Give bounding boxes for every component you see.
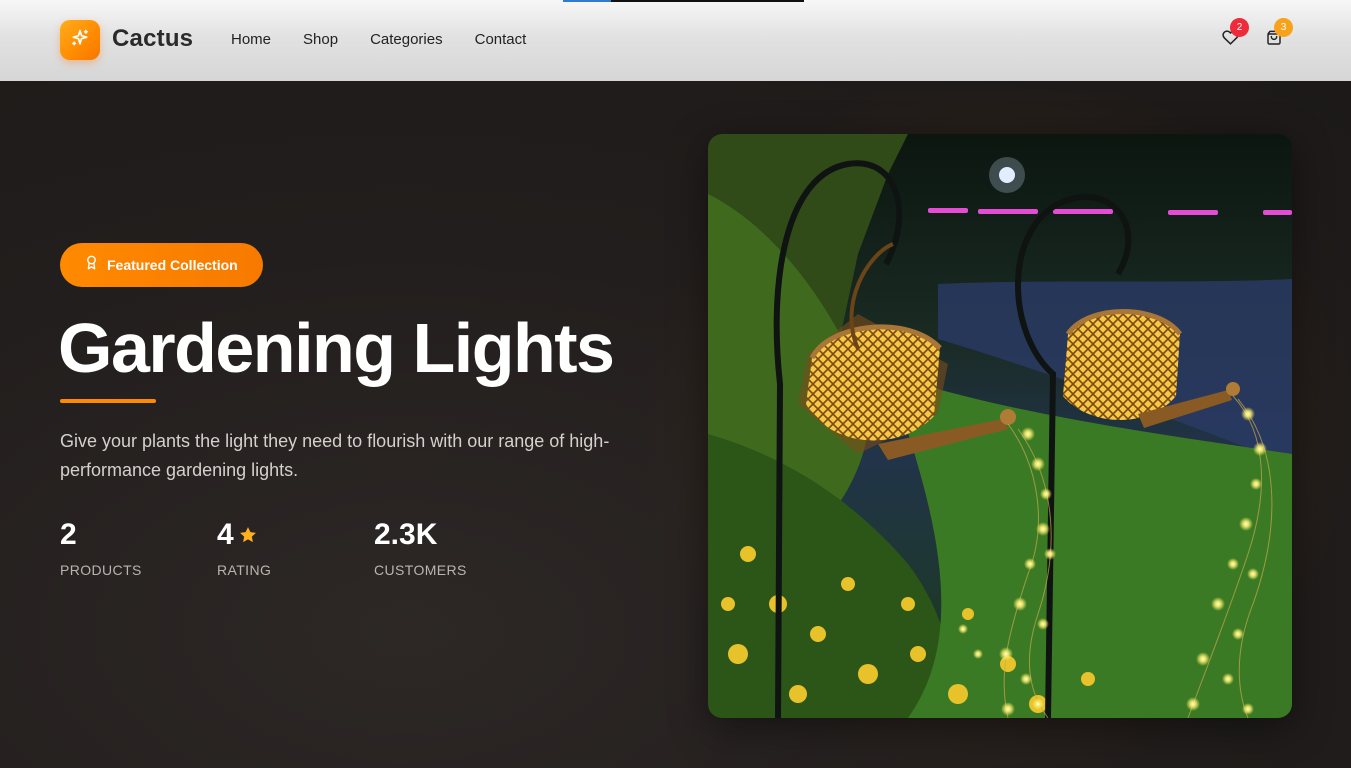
nav-categories[interactable]: Categories xyxy=(370,31,443,49)
award-icon xyxy=(84,255,99,275)
sparkle-icon xyxy=(70,28,90,53)
stat-customers: 2.3K CUSTOMERS xyxy=(374,518,467,578)
star-icon xyxy=(238,525,258,545)
site-header: Cactus Home Shop Categories Contact 2 3 xyxy=(0,0,1351,81)
stat-products-value: 2 xyxy=(60,518,77,551)
stat-rating-label: RATING xyxy=(217,562,272,578)
wishlist-count-badge: 2 xyxy=(1230,18,1249,37)
garden-lights-photo xyxy=(708,134,1292,718)
stat-customers-label: CUSTOMERS xyxy=(374,562,467,578)
nav-contact[interactable]: Contact xyxy=(475,31,527,49)
stat-rating-value: 4 xyxy=(217,518,234,551)
hero-image xyxy=(708,134,1292,718)
hero-description: Give your plants the light they need to … xyxy=(60,431,610,480)
cart-button[interactable]: 3 xyxy=(1263,18,1293,51)
main-nav: Home Shop Categories Contact xyxy=(231,31,558,49)
nav-home[interactable]: Home xyxy=(231,31,271,49)
stat-rating: 4 RATING xyxy=(217,518,271,578)
cart-count-badge: 3 xyxy=(1274,18,1293,37)
wishlist-button[interactable]: 2 xyxy=(1219,18,1249,51)
hero-section: Featured Collection Gardening Lights Giv… xyxy=(0,81,1351,768)
featured-collection-badge[interactable]: Featured Collection xyxy=(60,243,263,287)
hero-title: Gardening Lights xyxy=(58,309,615,387)
brand-name[interactable]: Cactus xyxy=(112,25,193,53)
stat-customers-value: 2.3K xyxy=(374,518,438,551)
title-underline xyxy=(60,399,156,403)
stat-products-label: PRODUCTS xyxy=(60,562,142,578)
stat-products: 2 PRODUCTS xyxy=(60,518,142,578)
page-loading-bar xyxy=(563,0,804,2)
nav-shop[interactable]: Shop xyxy=(303,31,338,49)
featured-collection-label: Featured Collection xyxy=(107,257,238,273)
logo-badge[interactable] xyxy=(60,20,100,60)
